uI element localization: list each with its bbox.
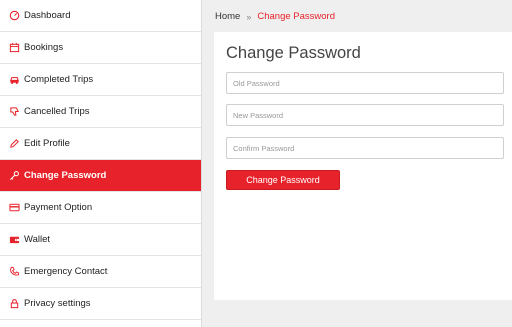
sidebar-item-bookings[interactable]: Bookings: [0, 32, 201, 64]
dashboard-icon: [8, 10, 20, 22]
car-icon: [8, 74, 20, 86]
sidebar-item-label: Completed Trips: [24, 74, 94, 85]
pencil-icon: [8, 138, 20, 150]
sidebar-item-payment-option[interactable]: Payment Option: [0, 192, 201, 224]
sidebar-item-change-password[interactable]: Change Password: [0, 160, 201, 192]
phone-icon: [8, 266, 20, 278]
sidebar-item-label: Payment Option: [24, 202, 93, 213]
wallet-icon: [8, 234, 20, 246]
sidebar-item-label: Change Password: [24, 170, 107, 181]
sidebar-item-privacy-settings[interactable]: Privacy settings: [0, 288, 201, 320]
sidebar-item-label: Privacy settings: [24, 298, 91, 309]
credit-card-icon: [8, 202, 20, 214]
calendar-icon: [8, 42, 20, 54]
change-password-panel: Change Password Change Password: [214, 32, 512, 300]
sidebar-item-completed-trips[interactable]: Completed Trips: [0, 64, 201, 96]
sidebar-item-label: Dashboard: [24, 10, 71, 21]
change-password-button[interactable]: Change Password: [226, 170, 340, 190]
breadcrumb-current: Change Password: [257, 11, 335, 22]
sidebar-item-dashboard[interactable]: Dashboard: [0, 0, 201, 32]
sidebar-item-label: Emergency Contact: [24, 266, 108, 277]
sidebar-item-emergency-contact[interactable]: Emergency Contact: [0, 256, 201, 288]
sidebar-item-edit-profile[interactable]: Edit Profile: [0, 128, 201, 160]
page-title: Change Password: [226, 44, 361, 62]
thumbs-down-icon: [8, 106, 20, 118]
sidebar: Dashboard Bookings Completed Trips Cance…: [0, 0, 202, 327]
breadcrumb: Home » Change Password: [215, 11, 335, 22]
confirm-password-field[interactable]: [226, 137, 504, 159]
breadcrumb-separator: »: [246, 11, 252, 22]
key-icon: [8, 170, 20, 182]
new-password-field[interactable]: [226, 104, 504, 126]
sidebar-item-label: Wallet: [24, 234, 51, 245]
lock-icon: [8, 298, 20, 310]
sidebar-item-label: Bookings: [24, 42, 64, 53]
sidebar-item-label: Edit Profile: [24, 138, 70, 149]
sidebar-item-label: Cancelled Trips: [24, 106, 90, 117]
sidebar-item-wallet[interactable]: Wallet: [0, 224, 201, 256]
sidebar-item-cancelled-trips[interactable]: Cancelled Trips: [0, 96, 201, 128]
breadcrumb-home-link[interactable]: Home: [215, 11, 240, 22]
old-password-field[interactable]: [226, 72, 504, 94]
